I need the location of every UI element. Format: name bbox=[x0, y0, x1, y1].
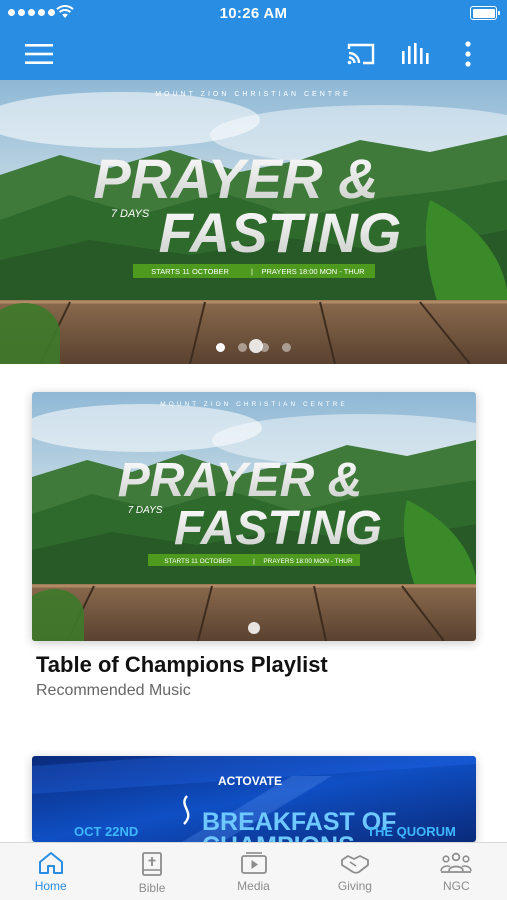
event-venue: THE QUORUM bbox=[367, 824, 456, 839]
breakfast-event-card[interactable]: ACTOVATE OCT 22ND BREAKFAST OF CHAMPIONS… bbox=[32, 756, 476, 842]
featured-playlist-card[interactable]: MOUNT ZION CHRISTIAN CENTRE PRAYER & 7 D… bbox=[32, 392, 476, 641]
tab-bible[interactable]: Bible bbox=[101, 843, 202, 900]
card-title-line2: FASTING bbox=[174, 502, 382, 555]
media-icon bbox=[240, 852, 267, 874]
card-banner-start: STARTS 11 OCTOBER bbox=[164, 558, 232, 565]
bible-icon bbox=[142, 852, 163, 876]
menu-icon bbox=[25, 44, 53, 64]
hero-org-name: MOUNT ZION CHRISTIAN CENTRE bbox=[155, 91, 351, 98]
hero-banner-times: PRAYERS 18:00 MON - THUR bbox=[261, 267, 365, 276]
carousel-dots bbox=[0, 343, 507, 353]
giving-icon bbox=[341, 855, 369, 874]
hero-slide-image: MOUNT ZION CHRISTIAN CENTRE PRAYER & 7 D… bbox=[0, 80, 507, 364]
church-logo-icon bbox=[248, 622, 260, 634]
more-vertical-icon bbox=[465, 41, 471, 67]
app-bar bbox=[0, 28, 507, 80]
carousel-dot[interactable] bbox=[216, 343, 225, 352]
card-days: 7 DAYS bbox=[128, 505, 163, 516]
carousel-dot[interactable] bbox=[238, 343, 247, 352]
tab-ngc[interactable]: NGC bbox=[406, 843, 507, 900]
tab-media-label: Media bbox=[237, 879, 270, 893]
more-options-button[interactable] bbox=[450, 36, 486, 72]
carousel-dot[interactable] bbox=[260, 343, 269, 352]
card-org-name: MOUNT ZION CHRISTIAN CENTRE bbox=[160, 401, 347, 408]
card-banner-times: PRAYERS 18:00 MON - THUR bbox=[263, 558, 353, 565]
tab-giving-label: Giving bbox=[337, 879, 372, 893]
ngc-icon bbox=[440, 852, 473, 873]
home-icon bbox=[38, 852, 63, 874]
event-title-line2: CHAMPIONS bbox=[202, 832, 355, 842]
hero-carousel[interactable]: MOUNT ZION CHRISTIAN CENTRE PRAYER & 7 D… bbox=[0, 80, 507, 364]
svg-text:|: | bbox=[253, 558, 255, 565]
status-bar: 10:26 AM bbox=[0, 0, 507, 28]
cast-icon bbox=[347, 43, 375, 65]
event-card-image: ACTOVATE OCT 22ND BREAKFAST OF CHAMPIONS… bbox=[32, 756, 476, 842]
hero-banner-start: STARTS 11 OCTOBER bbox=[151, 267, 229, 276]
menu-button[interactable] bbox=[21, 36, 57, 72]
event-date: OCT 22ND bbox=[74, 824, 138, 839]
tab-home[interactable]: Home bbox=[0, 843, 101, 900]
hero-title-line2: FASTING bbox=[159, 201, 402, 264]
playlist-title[interactable]: Table of Champions Playlist bbox=[36, 652, 328, 678]
cast-button[interactable] bbox=[343, 36, 379, 72]
svg-text:|: | bbox=[251, 267, 253, 276]
hero-days: 7 DAYS bbox=[111, 208, 150, 220]
playlist-subtitle: Recommended Music bbox=[36, 682, 191, 699]
now-playing-button[interactable] bbox=[397, 36, 433, 72]
tab-home-label: Home bbox=[34, 879, 67, 893]
tab-media[interactable]: Media bbox=[203, 843, 304, 900]
card-title-line1: PRAYER & bbox=[118, 454, 362, 507]
event-brand: ACTOVATE bbox=[218, 774, 282, 788]
tab-ngc-label: NGC bbox=[442, 879, 470, 893]
bottom-tab-bar: Home Bible Media Giving NGC bbox=[0, 842, 507, 900]
status-time: 10:26 AM bbox=[219, 5, 288, 22]
battery-icon bbox=[470, 6, 500, 20]
equalizer-icon bbox=[402, 43, 429, 64]
carousel-dot[interactable] bbox=[282, 343, 291, 352]
featured-card-image: MOUNT ZION CHRISTIAN CENTRE PRAYER & 7 D… bbox=[32, 392, 476, 641]
tab-bible-label: Bible bbox=[138, 881, 166, 895]
tab-giving[interactable]: Giving bbox=[304, 843, 405, 900]
top-bar: 10:26 AM bbox=[0, 0, 507, 80]
